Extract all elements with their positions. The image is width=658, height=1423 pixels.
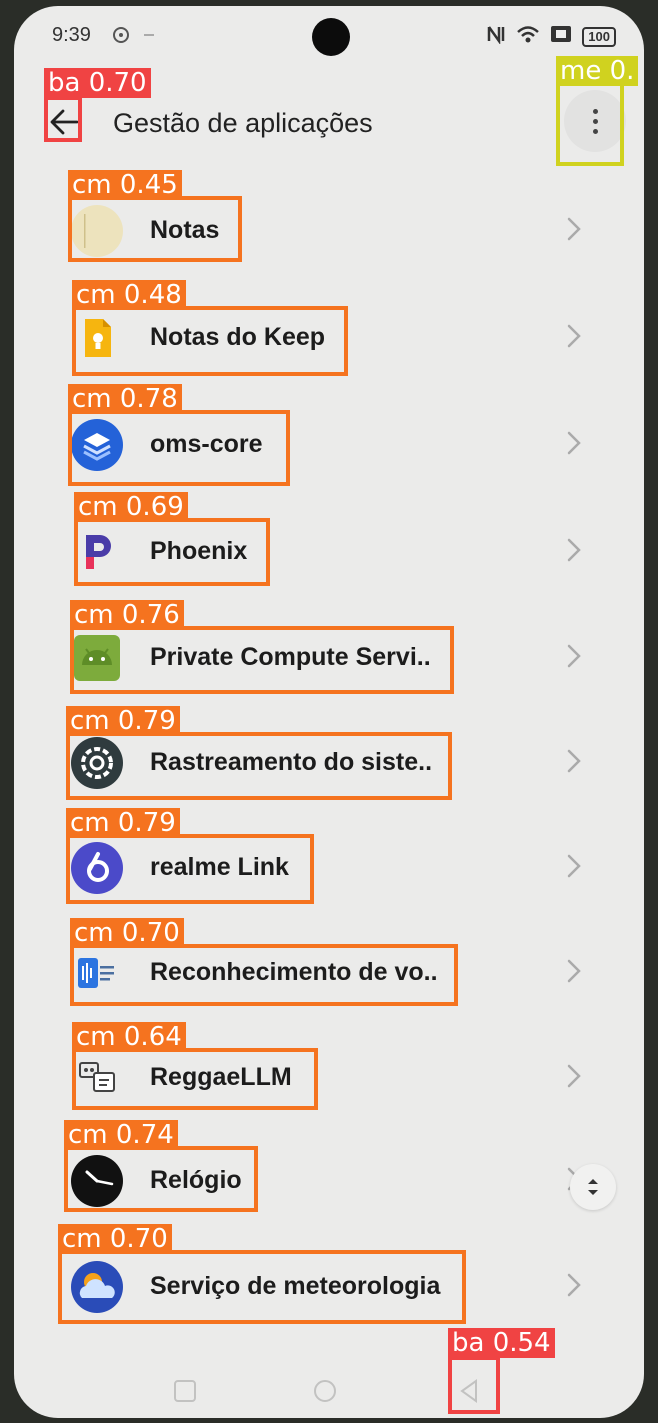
- navigation-bar: [14, 1366, 644, 1418]
- reggaellm-icon: [70, 1051, 124, 1105]
- chevron-right-icon: [567, 1064, 581, 1088]
- chevron-right-icon: [567, 538, 581, 562]
- chevron-right-icon: [567, 324, 581, 348]
- status-right-icons: 100: [486, 24, 616, 49]
- detection-label: cm 0.79: [66, 808, 180, 838]
- clock-icon: [70, 1154, 124, 1208]
- back-button[interactable]: [44, 102, 84, 142]
- detection-label: cm 0.70: [58, 1224, 172, 1254]
- app-name: Private Compute Servi..: [150, 643, 431, 671]
- status-bar: 9:39 100: [14, 6, 644, 66]
- detection-label: cm 0.78: [68, 384, 182, 414]
- app-name: Rastreamento do siste..: [150, 748, 433, 776]
- status-time: 9:39: [52, 24, 91, 46]
- battery-indicator: 100: [582, 26, 616, 47]
- app-name: Phoenix: [150, 537, 248, 565]
- nav-back-button[interactable]: [454, 1376, 484, 1406]
- keep-notes-icon: [70, 311, 124, 365]
- more-options-button[interactable]: [564, 90, 626, 152]
- app-name: Notas do Keep: [150, 323, 326, 351]
- page-title: Gestão de aplicações: [113, 108, 373, 138]
- detection-label: ba 0.70: [44, 68, 151, 98]
- app-name: realme Link: [150, 853, 289, 881]
- detection-label: cm 0.48: [72, 280, 186, 310]
- detection-label: cm 0.74: [64, 1120, 178, 1150]
- more-vert-icon: [592, 108, 598, 114]
- nfc-icon: [486, 24, 506, 49]
- chevron-right-icon: [567, 217, 581, 241]
- fast-scroll-button[interactable]: [570, 1164, 616, 1210]
- chevron-right-icon: [567, 1273, 581, 1297]
- detection-label: cm 0.79: [66, 706, 180, 736]
- detection-label: cm 0.45: [68, 170, 182, 200]
- app-name: oms-core: [150, 430, 263, 458]
- sim-icon: [550, 25, 572, 48]
- chevron-right-icon: [567, 854, 581, 878]
- realme-link-icon: [70, 841, 124, 895]
- recent-apps-button[interactable]: [170, 1376, 200, 1406]
- camera-hole: [312, 18, 350, 56]
- phone-frame: 9:39 100 Gestão de aplicações Notas Nota…: [0, 0, 658, 1423]
- wifi-icon: [516, 24, 540, 49]
- phoenix-icon: [70, 525, 124, 579]
- chevron-right-icon: [567, 431, 581, 455]
- voice-recognition-icon: [70, 946, 124, 1000]
- oms-core-icon: [70, 418, 124, 472]
- detection-label: me 0.: [556, 56, 639, 86]
- app-name: Relógio: [150, 1166, 242, 1194]
- gear-icon: [70, 736, 124, 790]
- more-vert-icon-dot: [592, 118, 598, 124]
- home-button[interactable]: [310, 1376, 340, 1406]
- detection-label: ba 0.54: [448, 1328, 555, 1358]
- chevron-right-icon: [567, 644, 581, 668]
- detection-label: cm 0.69: [74, 492, 188, 522]
- detection-label: cm 0.64: [72, 1022, 186, 1052]
- page-header: Gestão de aplicações: [14, 88, 644, 158]
- app-name: ReggaeLLM: [150, 1063, 292, 1091]
- chevron-right-icon: [567, 959, 581, 983]
- more-vert-icon-dot: [592, 128, 598, 134]
- notes-icon: [70, 204, 124, 258]
- scroll-arrows-icon: [588, 1179, 598, 1195]
- android-icon: [70, 631, 124, 685]
- notification-icon: [113, 27, 154, 43]
- app-name: Reconhecimento de vo..: [150, 958, 438, 986]
- detection-label: cm 0.70: [70, 918, 184, 948]
- detection-label: cm 0.76: [70, 600, 184, 630]
- weather-icon: [70, 1260, 124, 1314]
- app-name: Serviço de meteorologia: [150, 1272, 441, 1300]
- notification-icons: [112, 24, 162, 51]
- chevron-right-icon: [567, 749, 581, 773]
- arrow-left-icon: [50, 109, 79, 135]
- app-name: Notas: [150, 216, 220, 244]
